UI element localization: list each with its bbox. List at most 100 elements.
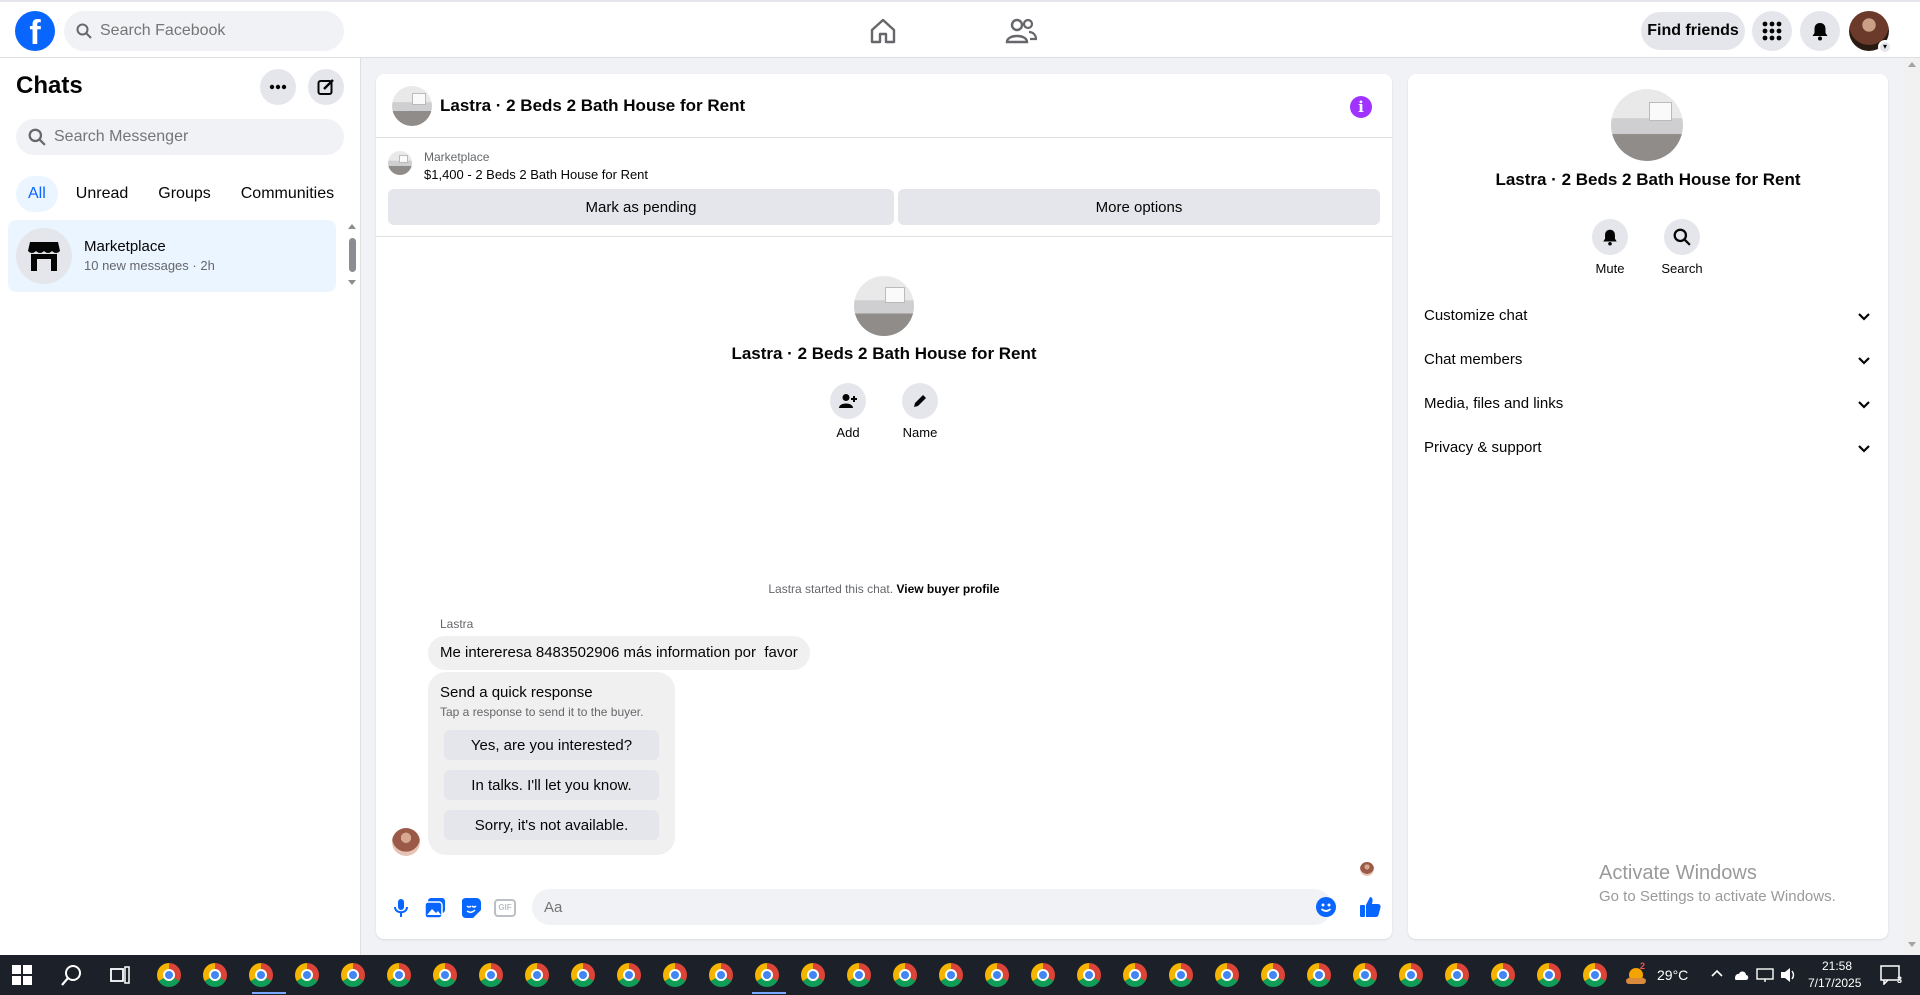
- chrome-icon[interactable]: [801, 963, 825, 987]
- emoji-icon[interactable]: [1316, 897, 1336, 917]
- chrome-icon[interactable]: [1583, 963, 1607, 987]
- chrome-icon[interactable]: [157, 963, 181, 987]
- tab-communities[interactable]: Communities: [229, 176, 346, 212]
- media-files-links-row[interactable]: Media, files and links: [1416, 382, 1880, 426]
- friends-icon[interactable]: [1005, 16, 1037, 46]
- chrome-icon[interactable]: [1261, 963, 1285, 987]
- cloud-icon[interactable]: [1732, 967, 1750, 983]
- chats-options-button[interactable]: [260, 69, 296, 105]
- chevron-up-icon[interactable]: [1710, 967, 1724, 981]
- scroll-up-icon[interactable]: [1908, 62, 1916, 67]
- chrome-icon[interactable]: [433, 963, 457, 987]
- compose-icon: [317, 79, 334, 95]
- scroll-down-icon[interactable]: [1908, 942, 1916, 947]
- windows-start-icon[interactable]: [12, 965, 32, 985]
- find-friends-button[interactable]: Find friends: [1641, 12, 1745, 50]
- chrome-icon[interactable]: [709, 963, 733, 987]
- facebook-search[interactable]: [64, 11, 344, 51]
- view-buyer-profile-link[interactable]: View buyer profile: [896, 582, 999, 596]
- clock-date[interactable]: 7/17/2025: [1808, 976, 1861, 990]
- quick-response-option[interactable]: Sorry, it's not available.: [444, 810, 659, 840]
- notifications-button[interactable]: [1800, 11, 1840, 51]
- info-icon[interactable]: i: [1350, 96, 1372, 118]
- chrome-icon[interactable]: [1169, 963, 1193, 987]
- chat-members-row[interactable]: Chat members: [1416, 338, 1880, 382]
- chrome-icon[interactable]: [1399, 963, 1423, 987]
- network-icon[interactable]: [1756, 967, 1774, 983]
- chrome-icon[interactable]: [893, 963, 917, 987]
- sticker-icon[interactable]: [460, 897, 482, 919]
- chats-sidebar: Chats All Unread Groups Communities Mark…: [0, 58, 361, 955]
- home-icon[interactable]: [868, 16, 898, 46]
- chrome-icon[interactable]: [341, 963, 365, 987]
- sidebar-scrollbar[interactable]: [346, 222, 358, 288]
- task-view-icon[interactable]: [108, 963, 132, 987]
- mark-as-pending-button[interactable]: Mark as pending: [388, 189, 894, 225]
- chrome-icon[interactable]: [1307, 963, 1331, 987]
- chrome-icon[interactable]: [1031, 963, 1055, 987]
- clock-time[interactable]: 21:58: [1822, 959, 1852, 973]
- tab-unread[interactable]: Unread: [64, 176, 140, 212]
- taskbar-search-icon[interactable]: [60, 963, 84, 987]
- chat-item-marketplace[interactable]: Marketplace 10 new messages · 2h: [8, 220, 336, 292]
- chat-avatar: [16, 228, 72, 284]
- chrome-icon[interactable]: [1445, 963, 1469, 987]
- sender-avatar[interactable]: [392, 828, 420, 856]
- facebook-logo-icon[interactable]: f: [15, 11, 55, 51]
- chrome-icon[interactable]: [203, 963, 227, 987]
- customize-chat-row[interactable]: Customize chat: [1416, 294, 1880, 338]
- search-in-chat-button[interactable]: Search: [1652, 219, 1712, 276]
- like-thumb-icon[interactable]: [1358, 895, 1382, 919]
- chrome-icon[interactable]: [479, 963, 503, 987]
- chrome-icon[interactable]: [1491, 963, 1515, 987]
- weather-temperature[interactable]: 29°C: [1657, 967, 1688, 983]
- menu-button[interactable]: [1752, 11, 1792, 51]
- conversation-avatar[interactable]: [392, 86, 432, 126]
- conversation-panel: Lastra · 2 Beds 2 Bath House for Rent i …: [376, 74, 1392, 939]
- tab-all[interactable]: All: [16, 176, 58, 212]
- messenger-search-input[interactable]: [54, 128, 314, 146]
- account-avatar[interactable]: ▾: [1849, 11, 1892, 54]
- tab-groups[interactable]: Groups: [146, 176, 222, 212]
- profile-avatar: [854, 276, 914, 336]
- edit-name-button[interactable]: Name: [890, 383, 950, 440]
- messenger-search[interactable]: [16, 119, 344, 155]
- page-scrollbar[interactable]: [1904, 58, 1920, 955]
- seen-receipt-avatar: [1360, 862, 1374, 876]
- volume-icon[interactable]: [1780, 967, 1798, 983]
- chrome-icon[interactable]: [663, 963, 687, 987]
- quick-response-option[interactable]: Yes, are you interested?: [444, 730, 659, 760]
- message-input[interactable]: [532, 889, 1332, 925]
- facebook-search-input[interactable]: [100, 22, 320, 40]
- chrome-icon[interactable]: [1123, 963, 1147, 987]
- scroll-up-icon[interactable]: [348, 224, 356, 229]
- chrome-icon[interactable]: [387, 963, 411, 987]
- message-bubble[interactable]: Me intereresa 8483502906 más information…: [428, 636, 810, 670]
- chrome-icon[interactable]: [249, 963, 273, 987]
- chrome-icon[interactable]: [1077, 963, 1101, 987]
- new-message-button[interactable]: [308, 69, 344, 105]
- privacy-support-row[interactable]: Privacy & support: [1416, 426, 1880, 470]
- chrome-icon[interactable]: [1215, 963, 1239, 987]
- mute-button[interactable]: Mute: [1580, 219, 1640, 276]
- conversation-title[interactable]: Lastra · 2 Beds 2 Bath House for Rent: [440, 96, 745, 116]
- chrome-icon[interactable]: [1537, 963, 1561, 987]
- scroll-thumb[interactable]: [349, 238, 356, 272]
- chrome-icon[interactable]: [1353, 963, 1377, 987]
- chrome-icon[interactable]: [525, 963, 549, 987]
- quick-response-option[interactable]: In talks. I'll let you know.: [444, 770, 659, 800]
- scroll-down-icon[interactable]: [348, 280, 356, 285]
- chrome-icon[interactable]: [617, 963, 641, 987]
- chrome-icon[interactable]: [295, 963, 319, 987]
- photo-icon[interactable]: [424, 897, 446, 919]
- gif-icon[interactable]: GIF: [494, 899, 516, 917]
- listing-title[interactable]: $1,400 - 2 Beds 2 Bath House for Rent: [424, 167, 648, 182]
- chrome-icon[interactable]: [755, 963, 779, 987]
- more-options-button[interactable]: More options: [898, 189, 1380, 225]
- chrome-icon[interactable]: [985, 963, 1009, 987]
- chrome-icon[interactable]: [939, 963, 963, 987]
- microphone-icon[interactable]: [390, 897, 412, 919]
- chrome-icon[interactable]: [571, 963, 595, 987]
- add-people-button[interactable]: Add: [818, 383, 878, 440]
- chrome-icon[interactable]: [847, 963, 871, 987]
